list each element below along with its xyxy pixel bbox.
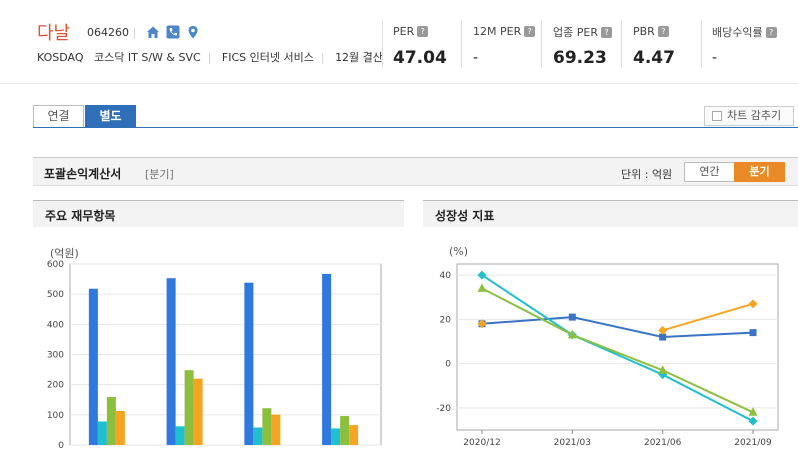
- bar: [175, 426, 185, 445]
- x-tick-label: 2021/09: [734, 438, 772, 448]
- home-icon[interactable]: [146, 25, 160, 39]
- divider: [701, 20, 702, 68]
- y-tick-label: 100: [47, 411, 64, 421]
- tab-underline: [33, 127, 798, 128]
- bar: [88, 288, 98, 445]
- x-tick-label: 2020/12: [463, 438, 500, 448]
- panel-title-left: 주요 재무항목: [33, 200, 404, 227]
- unit-label: 단위 : 억원: [621, 168, 673, 181]
- hide-chart-button[interactable]: 차트 감추기: [704, 106, 794, 126]
- series-marker: [568, 313, 576, 321]
- section-bar: 포괄손익계산서 [분기] 단위 : 억원 연간 분기: [33, 157, 798, 186]
- bar: [193, 378, 203, 445]
- bar: [115, 410, 125, 445]
- x-tick-label: 2021/06: [644, 438, 682, 448]
- metric-dividend-yield: 배당수익률? -: [712, 24, 777, 66]
- divider: [621, 20, 622, 68]
- metric-value: -: [473, 50, 479, 66]
- metric-value: 47.04: [393, 48, 447, 68]
- bar: [262, 408, 272, 445]
- hide-chart-label: 차트 감추기: [727, 109, 782, 122]
- location-pin-icon[interactable]: [186, 25, 200, 39]
- bar: [349, 425, 359, 445]
- metric-label: PER: [393, 25, 415, 38]
- tab-consolidated[interactable]: 연결: [33, 105, 84, 128]
- bar: [322, 273, 332, 445]
- section-title: 포괄손익계산서: [44, 167, 122, 181]
- panel-title-right: 성장성 지표: [423, 200, 798, 227]
- help-icon[interactable]: ?: [524, 26, 536, 37]
- section-period: [분기]: [145, 168, 174, 181]
- metric-pbr: PBR? 4.47: [633, 24, 675, 68]
- help-icon[interactable]: ?: [765, 27, 777, 38]
- y-tick-label: 0: [445, 360, 451, 370]
- bar: [106, 397, 116, 445]
- metric-label: 업종 PER: [553, 26, 598, 39]
- metric-value: 4.47: [633, 48, 675, 68]
- metric-label: PBR: [633, 25, 655, 38]
- bar: [244, 282, 254, 445]
- metric-value: 69.23: [553, 48, 607, 68]
- y-tick-label: 500: [47, 290, 64, 300]
- metric-label: 12M PER: [473, 25, 522, 38]
- bar: [166, 278, 176, 445]
- y-tick-label: 200: [47, 381, 64, 391]
- header-divider: [0, 83, 798, 84]
- bar: [340, 416, 350, 445]
- divider: [541, 20, 542, 68]
- y-tick-label: 40: [440, 271, 452, 281]
- x-tick-label: 2021/03: [554, 438, 591, 448]
- y-tick-label: 0: [58, 441, 64, 451]
- checkbox-icon: [712, 111, 722, 121]
- y-tick-label: 400: [47, 320, 64, 330]
- metric-label: 배당수익률: [712, 26, 763, 39]
- right-y-unit: (%): [449, 245, 469, 258]
- help-icon[interactable]: ?: [600, 27, 612, 38]
- metric-sector-per: 업종 PER? 69.23: [553, 24, 612, 68]
- financial-bar-chart: 0 100 200 300 400 500 600: [47, 260, 382, 451]
- market-label: KOSDAQ: [37, 51, 84, 64]
- divider: [461, 20, 462, 68]
- series-marker: [749, 329, 757, 337]
- help-icon[interactable]: ?: [657, 26, 669, 37]
- y-tick-label: 300: [47, 351, 64, 361]
- settlement-label: 12월 결산: [335, 51, 383, 64]
- help-icon[interactable]: ?: [417, 26, 429, 37]
- stock-code: 064260 |: [87, 26, 137, 39]
- tab-separate[interactable]: 별도: [85, 105, 136, 128]
- bar: [331, 428, 341, 445]
- plot-area: [456, 263, 779, 431]
- company-subinfo: KOSDAQ 코스닥 IT S/W & SVC | FICS 인터넷 서비스 |…: [37, 51, 383, 64]
- stock-code-text: 064260: [87, 26, 129, 39]
- sector-label: 코스닥 IT S/W & SVC: [94, 51, 201, 64]
- growth-line-chart: -20 0 20 40 2020/12 2021/03 2021/06 2021/09: [436, 263, 779, 448]
- bar: [97, 421, 107, 445]
- metric-per: PER? 47.04: [393, 24, 447, 68]
- bar: [253, 427, 263, 445]
- y-tick-label: 600: [47, 260, 64, 270]
- y-tick-label: 20: [440, 315, 452, 325]
- fics-label: FICS 인터넷 서비스: [221, 51, 314, 64]
- stock-header: 다날 064260 | KOSDAQ 코스닥 IT S/W & SVC | FI…: [0, 0, 798, 86]
- divider: [382, 20, 383, 68]
- phone-icon[interactable]: [166, 25, 180, 39]
- metric-value: -: [712, 50, 718, 66]
- annual-toggle[interactable]: 연간: [684, 162, 735, 182]
- metric-12m-per: 12M PER? -: [473, 24, 536, 66]
- y-tick-label: -20: [436, 404, 451, 414]
- bar: [184, 370, 194, 445]
- bar: [271, 414, 281, 445]
- company-name[interactable]: 다날: [37, 19, 70, 45]
- quarterly-toggle[interactable]: 분기: [734, 162, 785, 182]
